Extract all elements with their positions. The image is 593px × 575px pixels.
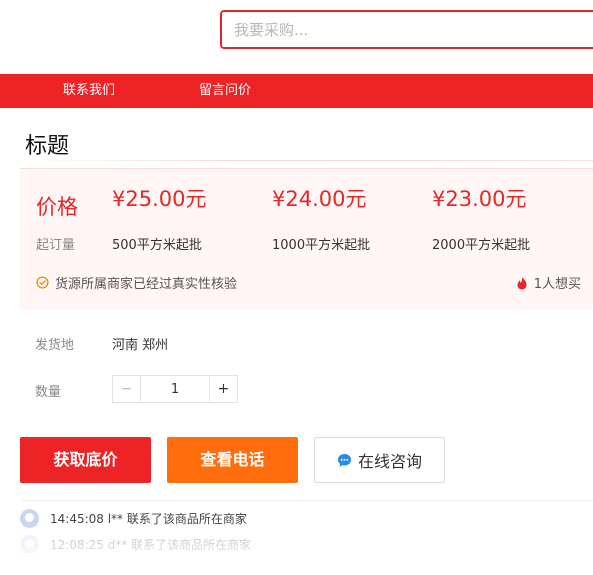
title-divider — [20, 160, 593, 161]
shipping-label: 发货地 — [35, 338, 75, 353]
view-phone-button[interactable]: 查看电话 — [167, 437, 298, 483]
price-label: 价格 — [36, 195, 78, 219]
price-panel: 价格 ¥25.00元 ¥24.00元 ¥23.00元 起订量 500平方米起批 … — [20, 168, 593, 310]
avatar — [20, 509, 39, 528]
nav-bar: 联系我们 留言问价 — [0, 74, 593, 108]
nav-contact-us[interactable]: 联系我们 — [63, 74, 115, 108]
verify-notice: 货源所属商家已经过真实性核验 — [36, 273, 237, 292]
moq-tier-3: 2000平方米起批 — [432, 238, 531, 253]
want-text: 1人想买 — [533, 277, 581, 292]
moq-label: 起订量 — [36, 238, 76, 253]
section-divider — [20, 500, 593, 501]
activity-item: 14:45:08 l** 联系了该商品所在商家 — [20, 509, 247, 528]
moq-tier-1: 500平方米起批 — [112, 238, 202, 253]
quantity-label: 数量 — [35, 385, 62, 400]
page-title: 标题 — [25, 134, 70, 159]
activity-item: 12:08:25 d** 联系了该商品所在商家 — [20, 535, 251, 554]
price-tier-2: ¥24.00元 — [272, 187, 367, 211]
avatar — [20, 535, 39, 554]
price-tier-3: ¥23.00元 — [432, 187, 527, 211]
activity-text: 12:08:25 d** 联系了该商品所在商家 — [50, 538, 252, 552]
get-lowest-price-button[interactable]: 获取底价 — [20, 437, 151, 483]
fire-icon — [517, 276, 527, 289]
search-box[interactable] — [220, 10, 593, 49]
online-consult-button[interactable]: 在线咨询 — [314, 437, 445, 483]
moq-tier-2: 1000平方米起批 — [272, 238, 371, 253]
search-input[interactable] — [222, 12, 593, 47]
verified-check-icon — [36, 276, 49, 289]
verify-text: 货源所属商家已经过真实性核验 — [55, 277, 238, 292]
price-tier-1: ¥25.00元 — [112, 187, 207, 211]
quantity-input[interactable] — [141, 376, 209, 402]
decrement-button[interactable]: − — [113, 376, 141, 402]
increment-button[interactable]: + — [209, 376, 237, 402]
quantity-stepper: − + — [112, 375, 238, 403]
nav-message-inquiry[interactable]: 留言问价 — [199, 74, 251, 108]
activity-text: 14:45:08 l** 联系了该商品所在商家 — [50, 512, 247, 526]
shipping-value: 河南 郑州 — [112, 338, 169, 353]
chat-bubble-icon — [337, 453, 352, 467]
online-consult-label: 在线咨询 — [357, 452, 422, 471]
want-count: 1人想买 — [516, 273, 581, 292]
